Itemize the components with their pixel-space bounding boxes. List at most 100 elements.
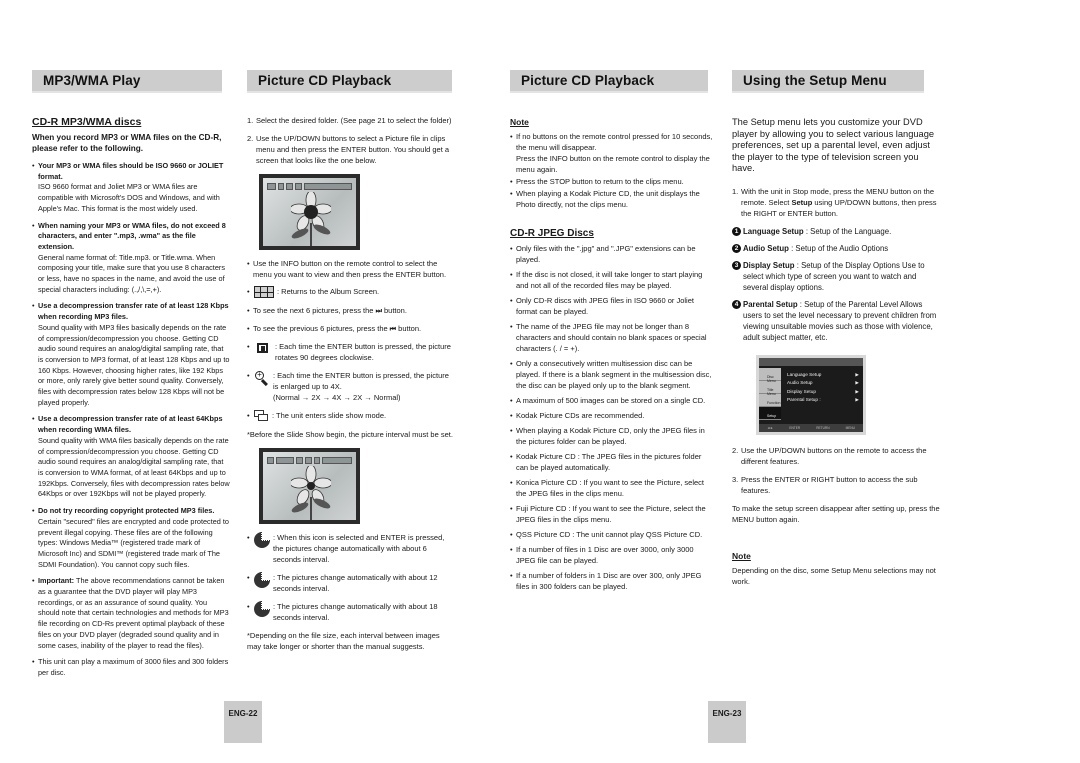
section-header: MP3/WMA Play bbox=[32, 70, 222, 93]
list-item: If a number of folders in 1 Disc are ove… bbox=[510, 570, 715, 592]
step-2: 2. Use the UP/DOWN buttons to select a Pi… bbox=[247, 134, 450, 165]
picture-cd-column-2: Picture CD Playback Note If no buttons o… bbox=[510, 70, 715, 596]
page-number-right: ENG-23 bbox=[708, 701, 746, 743]
intro-text: The Setup menu lets you customize your D… bbox=[732, 117, 935, 174]
next-track-icon: ⏭ bbox=[375, 308, 382, 315]
setup-option: 2 Audio Setup : Setup of the Audio Option… bbox=[732, 243, 942, 254]
rotate-icon bbox=[254, 341, 272, 357]
jpeg-heading: CD-R JPEG Discs bbox=[510, 228, 594, 239]
note-heading: Note bbox=[510, 117, 529, 127]
zoom-item: • +: Each time the ENTER button is presse… bbox=[247, 370, 449, 403]
setup-screen-image: Disc Menu Title Menu Function Setup Languag… bbox=[756, 354, 866, 435]
next-item: To see the next 6 pictures, press the ⏭ … bbox=[247, 305, 454, 317]
menu-label: Display Setup bbox=[787, 388, 816, 394]
list-item: When playing a Kodak Picture CD, only th… bbox=[510, 425, 715, 447]
important-text: The above recommendations cannot be take… bbox=[38, 576, 229, 650]
arrow-right-icon: ▶ bbox=[855, 371, 859, 377]
item-body: General name format of: Title.mp3. or Ti… bbox=[38, 252, 225, 294]
arrow-right-icon: ▶ bbox=[855, 397, 859, 403]
interval-12s-icon bbox=[254, 572, 270, 588]
list-item: If a number of files in 1 Disc are over … bbox=[510, 544, 715, 566]
setup-option: 1 Language Setup : Setup of the Language. bbox=[732, 226, 942, 237]
prev-item: To see the previous 6 pictures, press th… bbox=[247, 323, 454, 335]
list-item: When naming your MP3 or WMA files, do no… bbox=[32, 221, 230, 296]
slideshow-note: *Before the Slide Show begin, the pictur… bbox=[247, 430, 453, 439]
step-2: 2. Use the UP/DOWN buttons on the remote … bbox=[732, 445, 927, 466]
option-desc: : Setup of the Audio Options bbox=[791, 243, 889, 253]
closing-text: To make the setup screen disappear after… bbox=[732, 503, 940, 524]
list-item: Only files with the ".jpg" and ".JPG" ex… bbox=[510, 243, 715, 265]
list-item: QSS Picture CD : The unit cannot play QS… bbox=[510, 529, 715, 540]
screen-footer-label: RETURN bbox=[816, 425, 830, 430]
page-number-left: ENG-22 bbox=[224, 701, 262, 743]
list-item: The name of the JPEG file may not be lon… bbox=[510, 321, 715, 354]
picture-screen-image bbox=[259, 174, 360, 250]
step-1: 1. With the unit in Stop mode, press the … bbox=[732, 186, 937, 218]
interval-note: *Depending on the file size, each interv… bbox=[247, 631, 440, 651]
lead-text: When you record MP3 or WMA files on the … bbox=[32, 133, 222, 153]
slideshow-item: •: The unit enters slide show mode. bbox=[247, 410, 387, 422]
list-item: Your MP3 or WMA files should be ISO 9660… bbox=[32, 161, 230, 215]
screen-side-tab: Setup bbox=[759, 406, 781, 420]
list-item: Only a consecutively written multisessio… bbox=[510, 358, 715, 391]
setup-menu-column: Using the Setup Menu The Setup menu lets… bbox=[732, 70, 942, 587]
list-item: Use a decompression transfer rate of at … bbox=[32, 301, 230, 408]
interval-18s-icon bbox=[254, 601, 270, 617]
item-title: Use a decompression transfer rate of at … bbox=[38, 414, 223, 435]
important-label: Important: bbox=[38, 576, 75, 586]
interval-6s-icon bbox=[254, 532, 270, 548]
menu-label: Language Setup bbox=[787, 371, 822, 377]
number-badge-icon: 3 bbox=[732, 260, 741, 270]
arrow-right-icon: ▶ bbox=[855, 388, 859, 394]
list-item: Kodak Picture CDs are recommended. bbox=[510, 410, 715, 421]
menu-label: Audio Setup bbox=[787, 380, 813, 386]
album-item: •: Returns to the Album Screen. bbox=[247, 286, 380, 298]
option-name: Parental Setup bbox=[743, 299, 798, 309]
prev-track-icon: ⏮ bbox=[389, 326, 397, 333]
item-body: Sound quality with WMA files basically d… bbox=[38, 435, 230, 499]
interval-12-item: •: The pictures change automatically wit… bbox=[247, 572, 438, 593]
note-item: When playing a Kodak Picture CD, the uni… bbox=[510, 188, 715, 210]
option-name: Audio Setup bbox=[743, 243, 789, 253]
item-title: Use a decompression transfer rate of at … bbox=[38, 301, 229, 322]
rotate-item: •: Each time the ENTER button is pressed… bbox=[247, 341, 451, 362]
item-title: Do not try recording copyright protected… bbox=[38, 506, 215, 516]
menu-label: Parental Setup : bbox=[787, 397, 821, 403]
list-item: Do not try recording copyright protected… bbox=[32, 506, 230, 570]
picture-cd-column-1: Picture CD Playback 1. Select the desired… bbox=[247, 70, 454, 652]
screen-footer-label: ◄► bbox=[767, 425, 774, 430]
setup-option: 4 Parental Setup : Setup of the Parental … bbox=[732, 299, 942, 343]
step-1: 1. Select the desired folder. (See page 2… bbox=[247, 116, 452, 125]
item-title: Your MP3 or WMA files should be ISO 9660… bbox=[38, 161, 224, 181]
setup-option: 3 Display Setup : Setup of the Display Op… bbox=[732, 260, 942, 293]
mp3-wma-column: MP3/WMA Play CD-R MP3/WMA discs When you… bbox=[32, 70, 230, 685]
screen-menu-item: Display Setup ▶ bbox=[787, 389, 859, 398]
section-header: Using the Setup Menu bbox=[732, 70, 924, 93]
max-files-item: This unit can play a maximum of 3000 fil… bbox=[32, 657, 230, 678]
album-grid-icon bbox=[254, 286, 274, 298]
option-name: Language Setup bbox=[743, 226, 804, 236]
screen-menu-item: Audio Setup ▶ bbox=[787, 380, 859, 389]
note-item: Press the STOP button to return to the c… bbox=[510, 176, 715, 187]
item-body: ISO 9660 format and Joliet MP3 or WMA fi… bbox=[38, 182, 220, 213]
list-item: Only CD-R discs with JPEG files in ISO 9… bbox=[510, 295, 715, 317]
list-item: Use a decompression transfer rate of at … bbox=[32, 414, 230, 500]
slideshow-icon bbox=[254, 410, 269, 422]
list-item: Fuji Picture CD : If you want to see the… bbox=[510, 503, 715, 525]
note-heading: Note bbox=[732, 550, 751, 561]
zoom-in-icon: + bbox=[254, 370, 270, 387]
item-body: Sound quality with MP3 files basically d… bbox=[38, 322, 230, 407]
info-item: Use the INFO button on the remote contro… bbox=[247, 258, 454, 280]
item-title: When naming your MP3 or WMA files, do no… bbox=[38, 220, 226, 251]
slideshow-screen-image bbox=[259, 448, 360, 524]
section-header: Picture CD Playback bbox=[247, 70, 452, 93]
subheading: CD-R MP3/WMA discs bbox=[32, 116, 142, 128]
note-text: Depending on the disc, some Setup Menu s… bbox=[732, 565, 936, 586]
screen-menu-item: Parental Setup : ▶ bbox=[787, 397, 859, 406]
number-badge-icon: 2 bbox=[732, 243, 741, 253]
screen-menu-item: Language Setup ▶ bbox=[787, 372, 859, 381]
screen-footer-label: MENU bbox=[845, 425, 855, 430]
list-item: Kodak Picture CD : The JPEG files in the… bbox=[510, 451, 715, 473]
step-3: 3. Press the ENTER or RIGHT button to acc… bbox=[732, 474, 918, 495]
number-badge-icon: 4 bbox=[732, 299, 741, 309]
